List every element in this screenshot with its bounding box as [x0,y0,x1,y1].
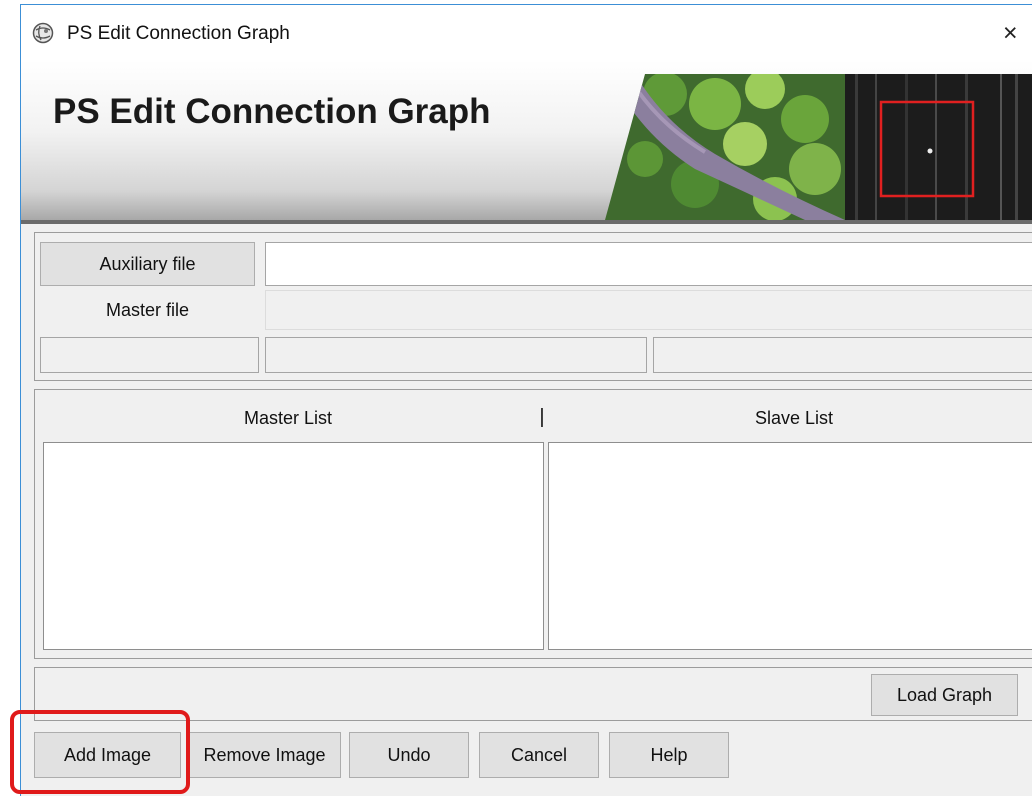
close-icon[interactable]: × [1003,19,1018,48]
banner-heading: PS Edit Connection Graph [53,92,491,131]
slave-list-header: Slave List [754,408,834,428]
help-button[interactable]: Help [609,732,729,778]
app-globe-icon [32,22,54,44]
undo-button[interactable]: Undo [349,732,469,778]
title-bar: PS Edit Connection Graph × [21,5,1032,60]
add-image-button[interactable]: Add Image [34,732,181,778]
slave-list[interactable] [548,442,1032,650]
info-cell-1 [40,337,259,373]
load-graph-button[interactable]: Load Graph [871,674,1018,716]
remove-image-button[interactable]: Remove Image [188,732,341,778]
master-file-label: Master file [105,300,190,320]
master-list[interactable] [43,442,544,650]
master-file-field [265,290,1032,330]
info-cell-3 [653,337,1032,373]
graph-actions-panel: Load Graph [34,667,1032,721]
satellite-imagery-image [605,74,1032,220]
window-title: PS Edit Connection Graph [67,23,290,44]
auxiliary-file-button[interactable]: Auxiliary file [40,242,255,286]
dialog-window: PS Edit Connection Graph × PS Edit Conne… [20,4,1032,796]
cancel-button[interactable]: Cancel [479,732,599,778]
master-list-header: Master List [243,408,333,428]
info-cell-2 [265,337,647,373]
file-panel: Auxiliary file Master file [34,232,1032,381]
header-banner: PS Edit Connection Graph [21,60,1032,220]
lists-panel: Master List | Slave List [34,389,1032,659]
list-header-separator: | [539,406,545,428]
auxiliary-file-field[interactable] [265,242,1032,286]
banner-divider [21,220,1032,224]
